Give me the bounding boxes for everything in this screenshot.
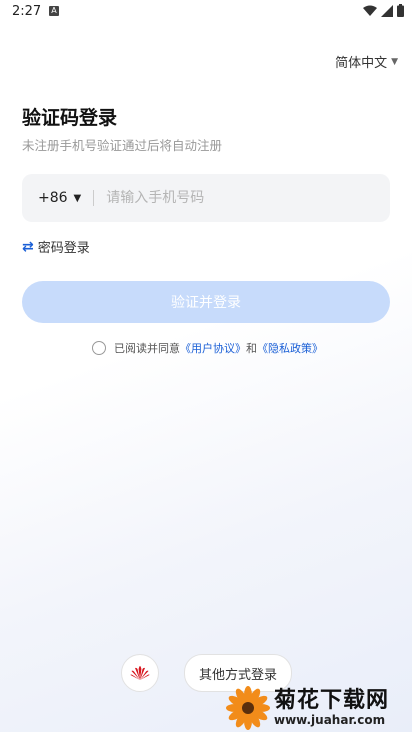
swap-icon: ⇄	[22, 238, 34, 255]
phone-input[interactable]	[104, 189, 369, 207]
country-code-selector[interactable]: +86 ▼	[38, 190, 81, 206]
user-agreement-link[interactable]: 《用户协议》	[180, 340, 246, 356]
notification-a-icon: A	[49, 6, 59, 16]
battery-icon	[397, 4, 404, 17]
language-label: 简体中文	[335, 56, 388, 71]
watermark-title: 菊花下载网	[274, 687, 390, 713]
field-divider	[93, 190, 95, 206]
page-title: 验证码登录	[22, 107, 118, 129]
privacy-policy-link[interactable]: 《隐私政策》	[257, 340, 323, 356]
watermark-url: www.juahar.com	[274, 712, 386, 727]
status-bar: 2:27 A	[0, 0, 412, 24]
agreement-prefix: 已阅读并同意	[114, 342, 180, 355]
caret-down-icon: ▼	[391, 56, 398, 67]
agreement-and: 和	[246, 342, 257, 355]
huawei-logo-icon	[130, 666, 150, 680]
page-subtitle: 未注册手机号验证通过后将自动注册	[22, 138, 223, 153]
caret-down-icon: ▼	[73, 192, 82, 204]
huawei-login-button[interactable]	[121, 654, 159, 692]
verify-login-button[interactable]: 验证并登录	[22, 281, 390, 323]
agreement-row: 已阅读并同意 《用户协议》 和 《隐私政策》	[92, 340, 323, 356]
agreement-checkbox[interactable]	[92, 341, 106, 355]
signal-icon	[381, 4, 393, 17]
language-selector[interactable]: 简体中文 ▼	[335, 52, 398, 71]
wifi-icon	[363, 5, 377, 16]
password-login-label: 密码登录	[37, 241, 90, 256]
flower-icon	[226, 685, 270, 730]
status-time: 2:27	[12, 4, 42, 19]
status-icons	[363, 4, 404, 17]
watermark-logo: 菊花下载网 www.juahar.com	[226, 683, 412, 732]
password-login-link[interactable]: ⇄ 密码登录	[22, 237, 90, 257]
country-code-label: +86	[38, 190, 68, 206]
phone-field-container: +86 ▼	[22, 174, 390, 222]
